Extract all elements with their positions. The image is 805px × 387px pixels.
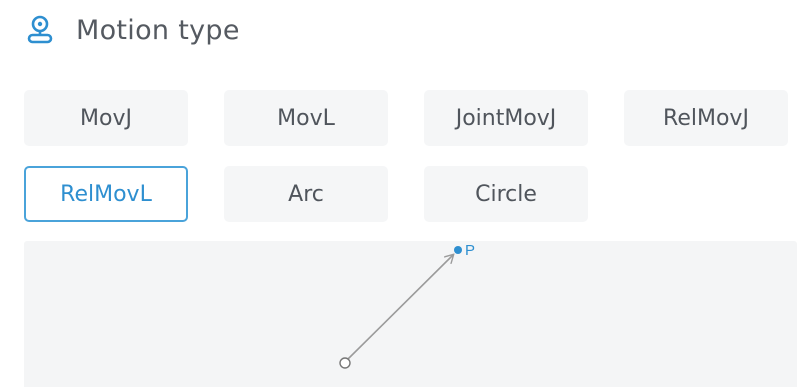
- target-point-marker: [454, 246, 462, 254]
- motion-path-line: [347, 255, 453, 360]
- motion-movl-button[interactable]: MovL: [224, 90, 388, 146]
- section-header: Motion type: [24, 10, 240, 50]
- motion-jointmovj-button[interactable]: JointMovJ: [424, 90, 588, 146]
- motion-relmovj-button[interactable]: RelMovJ: [624, 90, 788, 146]
- motion-relmovl-button[interactable]: RelMovL: [24, 166, 188, 222]
- motion-preview-area: P: [24, 241, 797, 387]
- start-point-marker: [339, 357, 351, 369]
- location-pin-icon: [27, 15, 53, 44]
- motion-circle-button[interactable]: Circle: [424, 166, 588, 222]
- section-title: Motion type: [76, 14, 240, 46]
- target-point-label: P: [465, 242, 475, 259]
- motion-path-diagram: P: [339, 242, 475, 369]
- motion-arc-button[interactable]: Arc: [224, 166, 388, 222]
- motion-movj-button[interactable]: MovJ: [24, 90, 188, 146]
